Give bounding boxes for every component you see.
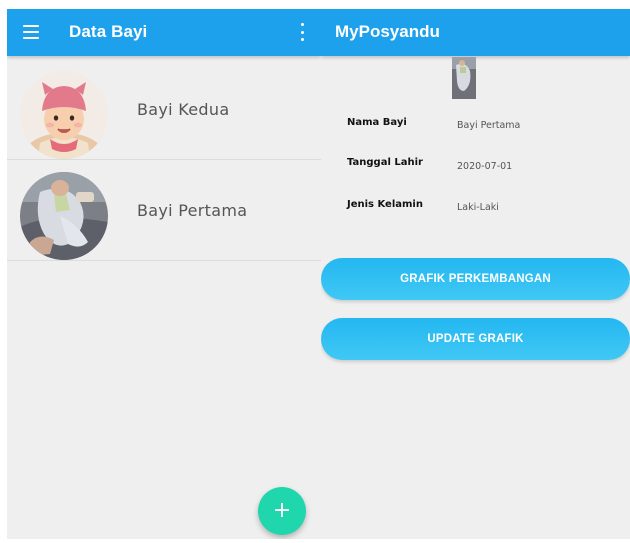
- detail-value: 2020-07-01: [457, 161, 513, 172]
- more-vert-icon[interactable]: [299, 23, 305, 41]
- app-title: MyPosyandu: [335, 22, 440, 41]
- baby-name: Bayi Kedua: [137, 100, 230, 119]
- detail-row-tanggal-lahir: Tanggal Lahir 2020-07-01: [321, 157, 630, 177]
- baby-list-screen: Data Bayi Bayi Kedua Bayi Pertama +: [7, 9, 321, 539]
- screenshot-frame: Data Bayi Bayi Kedua Bayi Pertama + MyPo…: [0, 0, 630, 543]
- hamburger-menu-icon[interactable]: [23, 25, 39, 39]
- grafik-perkembangan-button[interactable]: GRAFIK PERKEMBANGAN: [321, 258, 630, 300]
- baby-list: Bayi Kedua Bayi Pertama: [7, 59, 321, 261]
- add-icon: +: [272, 498, 292, 523]
- detail-value: Bayi Pertama: [457, 120, 521, 131]
- update-grafik-button[interactable]: UPDATE GRAFIK: [321, 318, 630, 360]
- baby-detail-screen: MyPosyandu Nama Bayi Bayi Pertama Tangga…: [321, 9, 630, 539]
- detail-row-jenis-kelamin: Jenis Kelamin Laki-Laki: [321, 199, 630, 219]
- avatar: [20, 71, 108, 159]
- list-item-bayi-pertama[interactable]: Bayi Pertama: [7, 160, 321, 261]
- baby-photo-thumbnail: [452, 57, 476, 99]
- page-title: Data Bayi: [69, 22, 148, 41]
- add-baby-button[interactable]: +: [258, 487, 306, 535]
- detail-label: Tanggal Lahir: [347, 157, 423, 168]
- baby-name: Bayi Pertama: [137, 201, 248, 220]
- baby-photo-pink-hat-icon: [20, 71, 108, 159]
- avatar: [20, 172, 108, 260]
- list-item-bayi-kedua[interactable]: Bayi Kedua: [7, 59, 321, 160]
- detail-value: Laki-Laki: [457, 202, 499, 213]
- detail-label: Jenis Kelamin: [347, 199, 423, 210]
- detail-label: Nama Bayi: [347, 117, 407, 128]
- app-bar: Data Bayi: [7, 9, 321, 56]
- baby-photo-lying-icon: [20, 172, 108, 260]
- detail-row-nama-bayi: Nama Bayi Bayi Pertama: [321, 117, 630, 137]
- app-bar: MyPosyandu: [321, 9, 630, 56]
